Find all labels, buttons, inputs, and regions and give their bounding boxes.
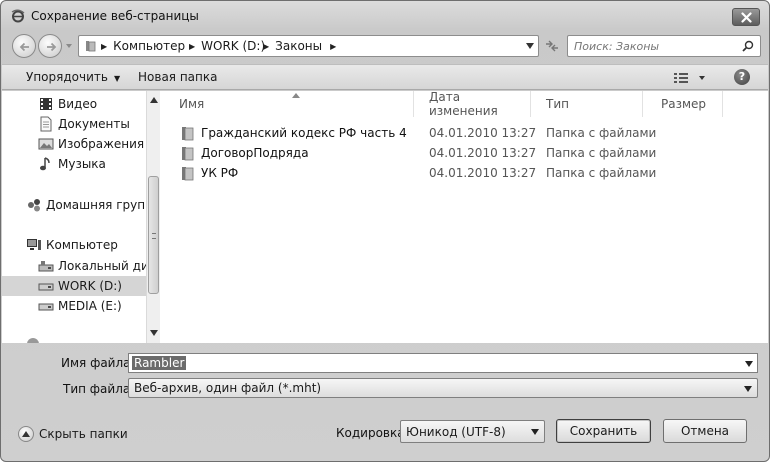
ie-logo-icon xyxy=(11,9,25,23)
chevron-down-icon xyxy=(744,386,752,392)
filename-field[interactable]: Rambler xyxy=(128,353,758,373)
navigation-pane: Видео Документы Изображения Музыка Домаш… xyxy=(2,91,160,343)
file-row[interactable]: Гражданский кодекс РФ часть 4 04.01.2010… xyxy=(179,123,749,143)
file-list: Имя Дата изменения Тип Размер Граждански… xyxy=(164,90,768,343)
file-row[interactable]: УК РФ 04.01.2010 13:27 Папка с файлами xyxy=(179,163,749,183)
nav-item-homegroup[interactable]: Домашняя группа xyxy=(2,195,160,215)
chevron-down-icon xyxy=(531,429,539,435)
title-bar: Сохранение веб-страницы xyxy=(1,1,769,31)
new-folder-button[interactable]: Новая папка xyxy=(138,70,217,84)
folder-icon xyxy=(182,147,194,161)
organize-button[interactable]: Упорядочить ▼ xyxy=(26,70,120,84)
arrow-right-icon xyxy=(47,42,57,52)
nav-item-local-disk[interactable]: Локальный диск xyxy=(2,256,160,276)
browser-panes: Видео Документы Изображения Музыка Домаш… xyxy=(2,90,768,343)
help-icon[interactable]: ? xyxy=(734,69,750,85)
network-icon xyxy=(27,338,39,343)
scrollbar-thumb[interactable] xyxy=(148,176,159,294)
nav-item-images[interactable]: Изображения xyxy=(2,134,146,154)
address-bar[interactable]: ▶ Компьютер ▶ WORK (D:) ▶ Законы ▶ xyxy=(78,35,539,57)
nav-item-documents[interactable]: Документы xyxy=(2,114,146,134)
drive-icon xyxy=(38,261,54,272)
cancel-button[interactable]: Отмена xyxy=(663,419,747,443)
save-dialog: Сохранение веб-страницы ▶ Компьютер ▶ WO… xyxy=(0,0,770,462)
documents-icon xyxy=(40,116,52,132)
window-title: Сохранение веб-страницы xyxy=(31,9,199,23)
column-header-size[interactable]: Размер xyxy=(643,91,723,117)
hide-folders-button[interactable]: Скрыть папки xyxy=(18,426,128,442)
breadcrumb-laws[interactable]: ▶ Законы ▶ xyxy=(263,39,342,53)
column-header-type[interactable]: Тип xyxy=(531,91,643,117)
scroll-down-icon[interactable] xyxy=(150,330,158,336)
encoding-select[interactable]: Юникод (UTF-8) xyxy=(400,420,545,443)
chevron-right-icon: ▶ xyxy=(101,41,108,51)
nav-item-music[interactable]: Музыка xyxy=(2,154,146,174)
folder-icon xyxy=(86,41,96,52)
drive-icon xyxy=(38,303,54,311)
chevron-right-icon: ▶ xyxy=(189,41,196,51)
close-icon xyxy=(741,12,752,23)
filename-label: Имя файла: xyxy=(61,356,135,370)
filename-input[interactable]: Rambler xyxy=(132,356,187,370)
folder-icon xyxy=(182,167,194,181)
images-icon xyxy=(38,138,54,150)
homegroup-icon xyxy=(28,199,40,212)
view-options-icon[interactable] xyxy=(673,70,707,86)
chevron-down-icon[interactable] xyxy=(526,43,534,49)
filetype-select[interactable]: Веб-архив, один файл (*.mht) xyxy=(128,378,758,398)
search-icon[interactable] xyxy=(742,40,754,52)
file-row[interactable]: ДоговорПодряда 04.01.2010 13:27 Папка с … xyxy=(179,143,749,163)
arrow-left-icon xyxy=(19,42,29,52)
forward-button[interactable] xyxy=(38,34,62,58)
breadcrumb-computer[interactable]: ▶ Компьютер xyxy=(101,39,185,53)
back-button[interactable] xyxy=(12,34,36,58)
nav-item-work-drive[interactable]: WORK (D:) xyxy=(2,276,146,296)
column-header-date[interactable]: Дата изменения xyxy=(414,90,531,118)
nav-item-video[interactable]: Видео xyxy=(2,94,146,114)
nav-pane-scrollbar[interactable] xyxy=(146,91,160,343)
sort-ascending-icon xyxy=(292,93,300,98)
computer-icon xyxy=(27,239,41,250)
chevron-down-icon[interactable] xyxy=(745,361,753,367)
folder-icon xyxy=(182,127,194,141)
nav-item-computer[interactable]: Компьютер xyxy=(2,235,146,255)
command-bar: Упорядочить ▼ Новая папка ? xyxy=(2,64,768,90)
close-button[interactable] xyxy=(732,8,760,26)
refresh-icon[interactable] xyxy=(542,35,562,57)
chevron-down-icon: ▼ xyxy=(113,74,121,83)
music-icon xyxy=(40,157,50,171)
chevron-right-icon: ▶ xyxy=(263,41,270,51)
chevron-up-icon xyxy=(18,426,34,442)
search-input[interactable] xyxy=(574,38,734,54)
nav-item-media-drive[interactable]: MEDIA (E:) xyxy=(2,296,146,316)
scroll-up-icon[interactable] xyxy=(150,97,158,103)
video-icon xyxy=(40,98,52,110)
column-header-name[interactable]: Имя xyxy=(164,91,414,117)
save-button[interactable]: Сохранить xyxy=(556,419,651,443)
chevron-right-icon: ▶ xyxy=(330,41,337,51)
breadcrumb-work-drive[interactable]: ▶ WORK (D:) xyxy=(189,39,265,53)
search-box[interactable] xyxy=(567,35,761,57)
drive-icon xyxy=(38,283,54,291)
history-dropdown-icon[interactable] xyxy=(65,42,73,50)
encoding-label: Кодировка: xyxy=(336,426,409,440)
filetype-label: Тип файла: xyxy=(63,382,135,396)
